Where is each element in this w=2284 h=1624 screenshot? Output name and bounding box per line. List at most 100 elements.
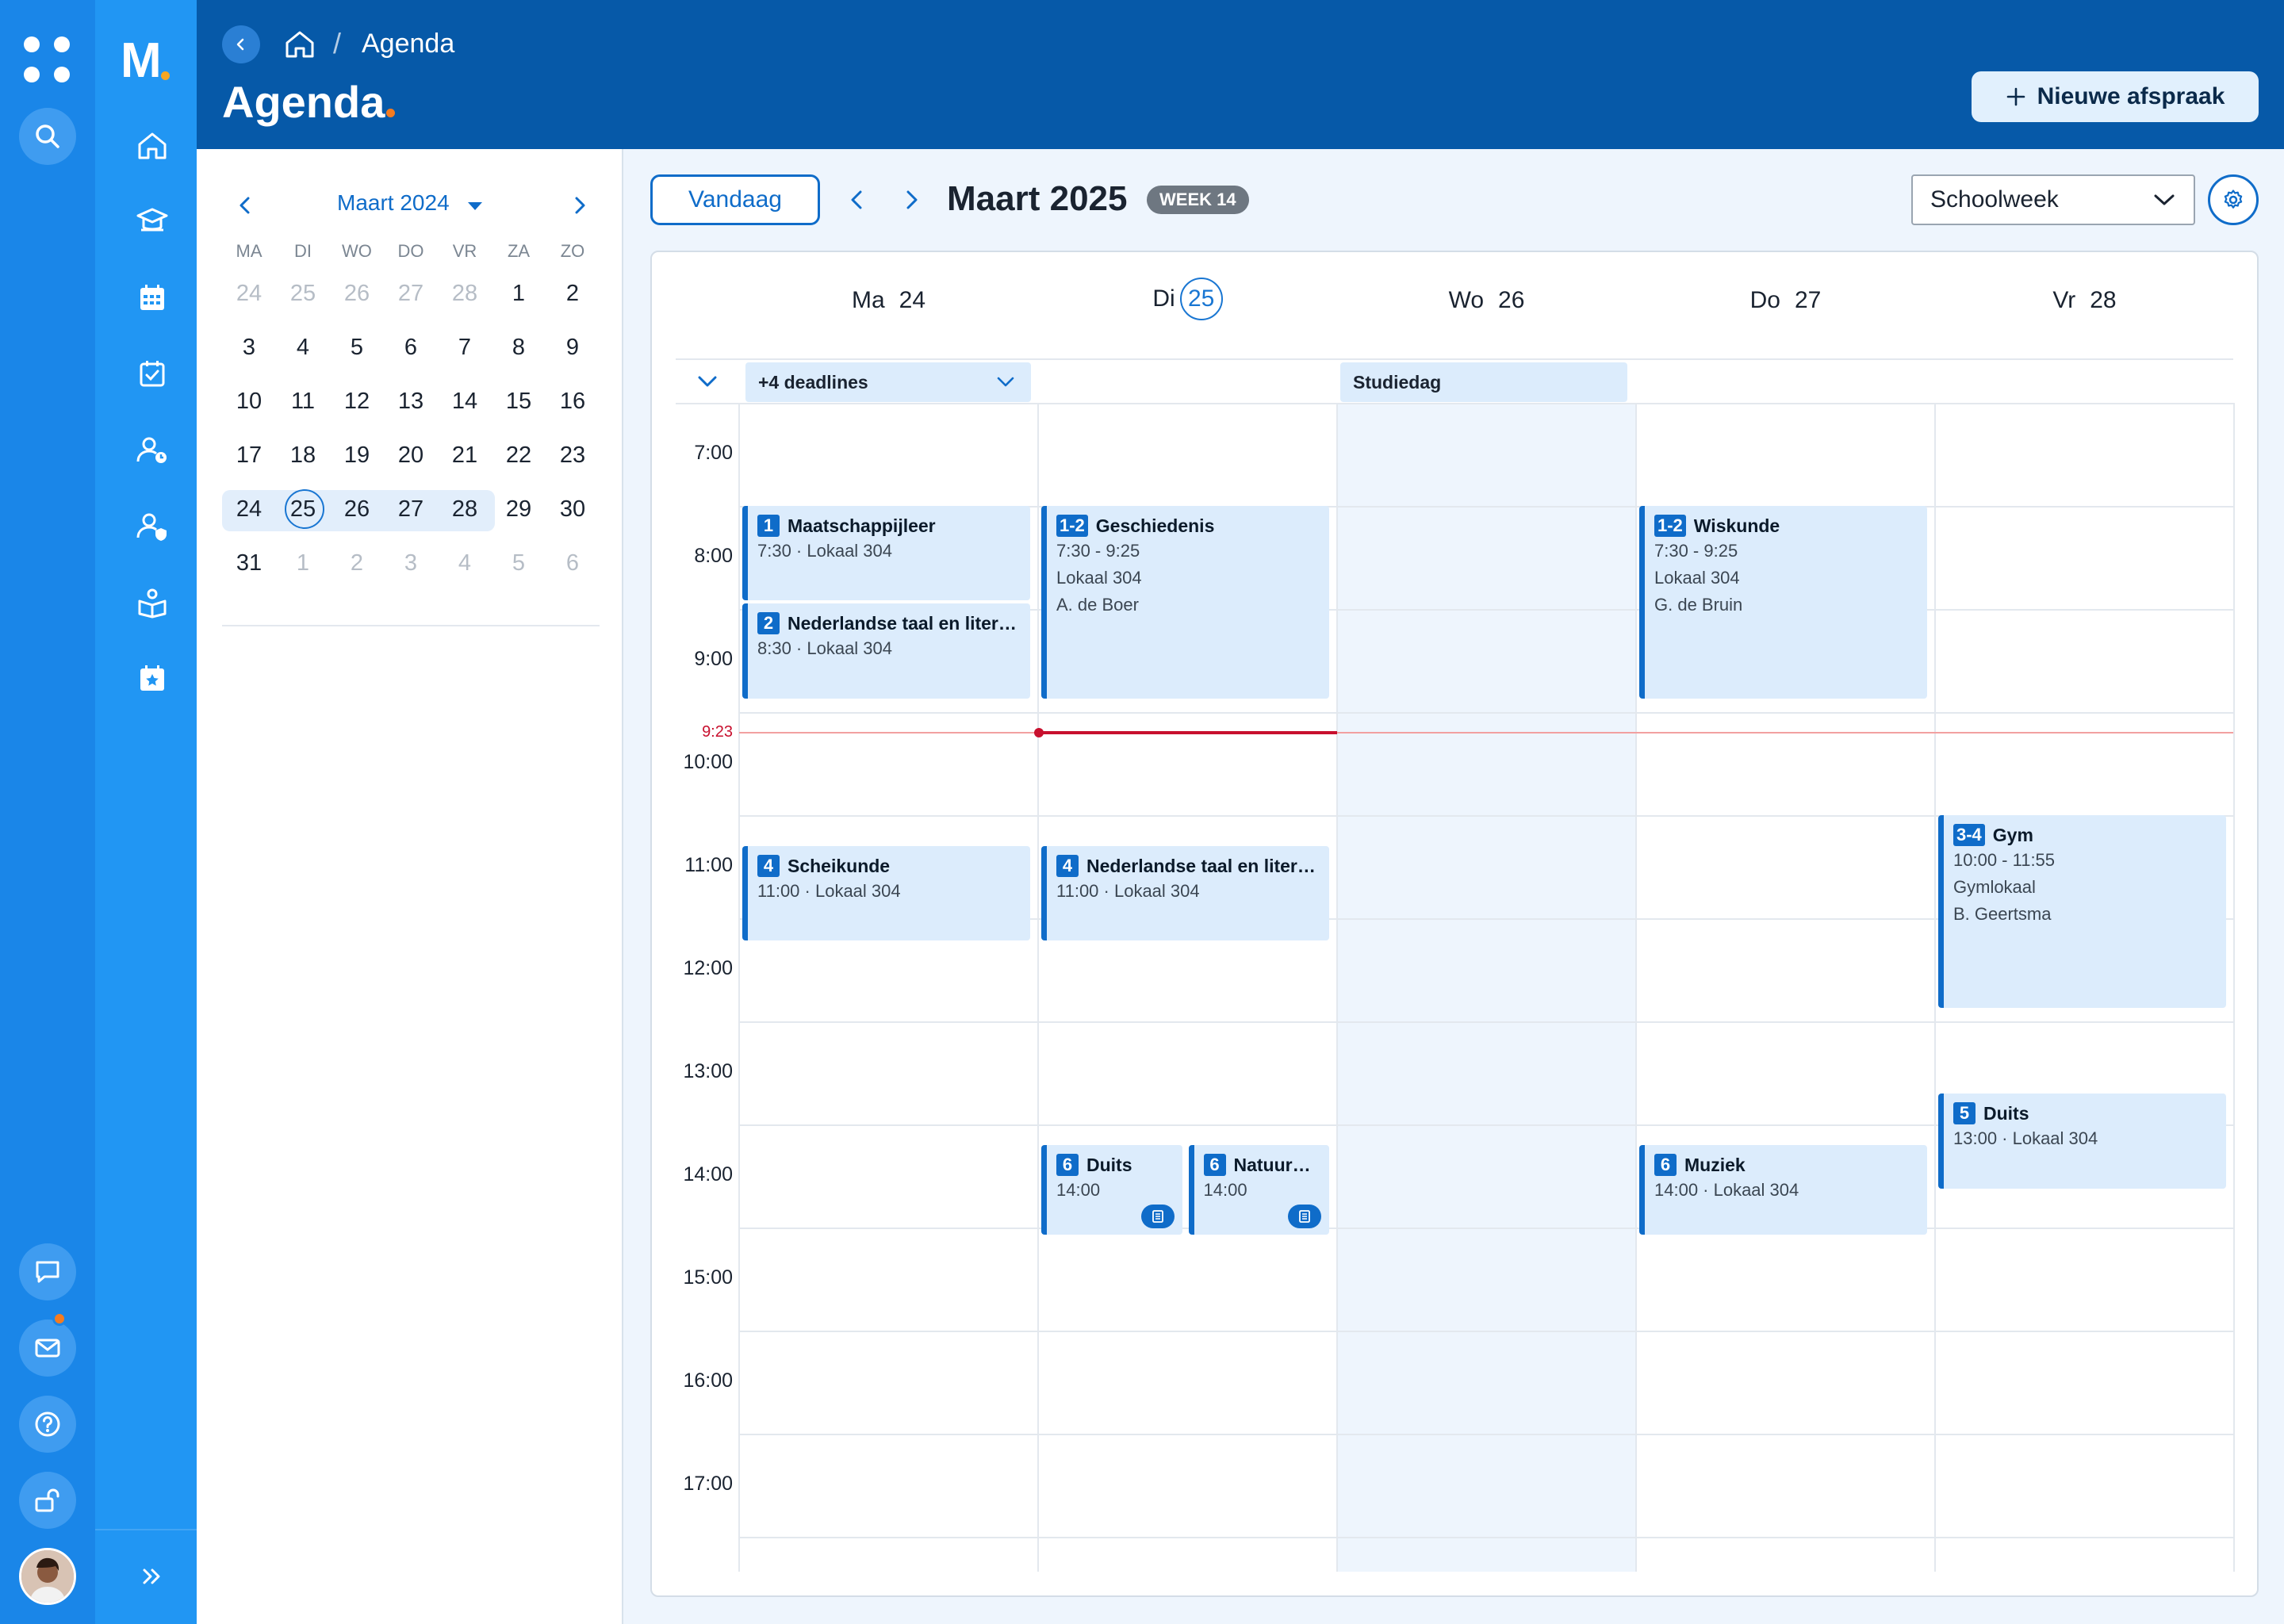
calendar-event[interactable]: 1-2 Geschiedenis 7:30 - 9:25 Lokaal 304 A. d… [1041,506,1329,699]
calendar-event[interactable]: 3-4 Gym 10:00 - 11:55 Gymlokaal B. Geertsma [1938,815,2226,1008]
calendar-event[interactable]: 2 Nederlandse taal en literatuur 8:30 · Lo… [742,603,1030,699]
attendance-nav-icon[interactable] [133,431,171,469]
mail-button[interactable] [19,1320,76,1377]
mini-day[interactable]: 30 [546,496,600,523]
events-nav-icon[interactable] [133,660,171,698]
day-header[interactable]: Do 27 [1636,287,1935,314]
mini-day[interactable]: 3 [222,335,276,361]
mini-day[interactable]: 6 [384,335,438,361]
homework-note-icon[interactable] [1288,1205,1321,1228]
back-button[interactable] [222,25,260,63]
mini-day[interactable]: 27 [384,281,438,307]
day-name: Di [1152,285,1175,312]
mini-day[interactable]: 27 [384,496,438,523]
homework-note-icon[interactable] [1140,1205,1175,1228]
caret-down-icon[interactable] [468,202,482,210]
mini-day[interactable]: 14 [438,389,492,415]
time-label: 9:00 [694,648,733,670]
mini-day[interactable]: 2 [330,550,384,576]
calendar-event[interactable]: 1 Maatschappijleer 7:30 · Lokaal 304 [742,506,1030,600]
mini-next-month-icon[interactable] [569,193,588,217]
mini-day[interactable]: 24 [222,496,276,523]
mini-day[interactable]: 28 [438,496,492,523]
chat-button[interactable] [19,1243,76,1300]
mini-day[interactable]: 26 [330,496,384,523]
mini-day[interactable]: 9 [546,335,600,361]
mini-day[interactable]: 13 [384,389,438,415]
expand-nav-icon[interactable] [133,1557,171,1595]
calendar-event[interactable]: 6 Muziek 14:00 · Lokaal 304 [1639,1145,1927,1235]
prev-week-icon[interactable] [845,186,869,214]
mini-day[interactable]: 18 [276,442,330,469]
mini-day[interactable]: 8 [492,335,546,361]
mini-day[interactable]: 26 [330,281,384,307]
calendar-event[interactable]: 6 Natuurkunde 14:00 [1188,1145,1329,1235]
mini-day[interactable]: 24 [222,281,276,307]
mini-day[interactable]: 23 [546,442,600,469]
home-icon[interactable] [282,27,317,62]
mini-day[interactable]: 19 [330,442,384,469]
mentor-nav-icon[interactable] [133,508,171,546]
mini-day[interactable]: 28 [438,281,492,307]
day-header[interactable]: Di 25 [1038,278,1337,320]
search-icon [36,124,59,148]
assignments-nav-icon[interactable] [133,355,171,393]
next-week-icon[interactable] [899,186,923,214]
mini-day[interactable]: 1 [276,550,330,576]
week-badge: WEEK 14 [1147,186,1249,214]
user-photo-icon [21,1550,74,1603]
mini-day[interactable]: 12 [330,389,384,415]
mini-day[interactable]: 3 [384,550,438,576]
logo[interactable]: M [121,36,162,86]
deadlines-chip[interactable]: +4 deadlines [745,362,1031,402]
apps-grid-icon[interactable] [24,36,71,84]
day-header[interactable]: Vr 28 [1935,287,2234,314]
mini-day[interactable]: 22 [492,442,546,469]
new-appointment-button[interactable]: Nieuwe afspraak [1972,71,2259,122]
mini-day[interactable]: 11 [276,389,330,415]
mini-day[interactable]: 4 [438,550,492,576]
mini-day-today[interactable]: 25 [276,488,330,529]
day-header[interactable]: Ma 24 [739,287,1038,314]
mini-day[interactable]: 16 [546,389,600,415]
mini-day[interactable]: 25 [276,281,330,307]
collapse-allday-icon[interactable] [696,374,719,389]
mini-day[interactable]: 1 [492,281,546,307]
mini-day[interactable]: 4 [276,335,330,361]
day-header[interactable]: Wo 26 [1337,287,1636,314]
calendar-event[interactable]: 6 Duits 14:00 [1041,1145,1182,1235]
calendar-nav-icon[interactable] [133,279,171,317]
graduation-nav-icon[interactable] [133,203,171,241]
calendar-event[interactable]: 4 Nederlandse taal en literatuur 11:00 · L… [1041,846,1329,940]
mini-day[interactable]: 5 [330,335,384,361]
search-button[interactable] [19,108,76,165]
calendar-event[interactable]: 5 Duits 13:00 · Lokaal 304 [1938,1094,2226,1189]
mini-day[interactable]: 31 [222,550,276,576]
avatar[interactable] [19,1548,76,1605]
mini-day[interactable]: 5 [492,550,546,576]
mini-day[interactable]: 2 [546,281,600,307]
settings-button[interactable] [2208,174,2259,225]
mini-day[interactable]: 20 [384,442,438,469]
view-select[interactable]: Schoolweek [1911,174,2195,225]
calendar-event[interactable]: 4 Scheikunde 11:00 · Lokaal 304 [742,846,1030,940]
mini-day[interactable]: 10 [222,389,276,415]
studiedag-chip[interactable]: Studiedag [1340,362,1627,402]
mini-day[interactable]: 17 [222,442,276,469]
mini-day[interactable]: 7 [438,335,492,361]
mini-day[interactable]: 15 [492,389,546,415]
today-button[interactable]: Vandaag [650,174,820,225]
mini-prev-month-icon[interactable] [236,193,255,217]
calendar-event[interactable]: 1-2 Wiskunde 7:30 - 9:25 Lokaal 304 G. de Br… [1639,506,1927,699]
help-button[interactable] [19,1396,76,1453]
time-label: 11:00 [684,854,733,876]
mini-month-label[interactable]: Maart 2024 [337,190,450,216]
event-detail: 14:00 [1056,1180,1101,1200]
mini-day[interactable]: 6 [546,550,600,576]
logout-button[interactable] [19,1472,76,1529]
home-nav-icon[interactable] [133,127,171,165]
event-detail: 7:30 · Lokaal 304 [757,541,893,561]
study-guide-nav-icon[interactable] [133,584,171,622]
mini-day[interactable]: 29 [492,496,546,523]
mini-day[interactable]: 21 [438,442,492,469]
